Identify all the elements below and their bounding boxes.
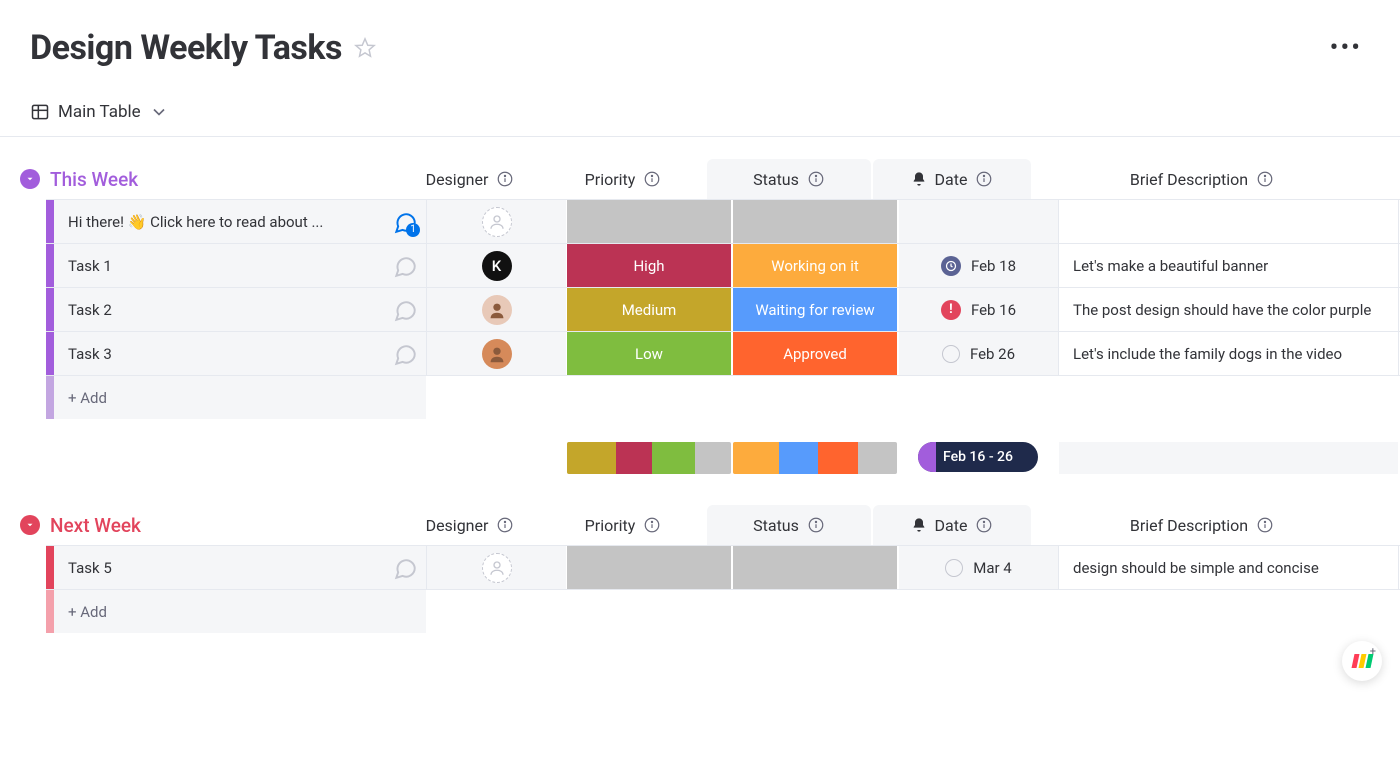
- date-status-empty-icon: [945, 559, 963, 577]
- view-main-table[interactable]: Main Table: [30, 102, 169, 122]
- bell-icon: [911, 517, 927, 533]
- info-icon[interactable]: [807, 516, 825, 534]
- description-cell[interactable]: [1058, 200, 1398, 243]
- column-header-designer[interactable]: Designer: [400, 505, 540, 545]
- chat-bubble-icon[interactable]: [392, 341, 418, 367]
- column-header-date[interactable]: Date: [873, 505, 1031, 545]
- favorite-star-icon[interactable]: [354, 37, 376, 59]
- assignee-avatar[interactable]: K: [482, 251, 512, 281]
- status-summary[interactable]: [733, 442, 897, 474]
- date-cell[interactable]: [898, 200, 1058, 243]
- date-status-empty-icon: [942, 345, 960, 363]
- views-bar: Main Table: [0, 80, 1400, 137]
- column-header-priority[interactable]: Priority: [540, 159, 706, 199]
- view-label: Main Table: [58, 102, 141, 122]
- info-icon[interactable]: [496, 170, 514, 188]
- priority-cell[interactable]: Medium: [567, 288, 731, 331]
- task-name-cell[interactable]: Task 3: [46, 332, 426, 375]
- assign-person-icon[interactable]: [482, 207, 512, 237]
- chat-bubble-icon[interactable]: [392, 555, 418, 581]
- status-cell[interactable]: [733, 546, 897, 589]
- group-summary: Feb 16 - 26: [0, 433, 1400, 483]
- chat-bubble-icon[interactable]: [392, 253, 418, 279]
- status-cell[interactable]: Waiting for review: [733, 288, 897, 331]
- date-cell[interactable]: Feb 26: [898, 332, 1058, 375]
- info-icon[interactable]: [1256, 170, 1274, 188]
- column-header-description[interactable]: Brief Description: [1032, 505, 1372, 545]
- chevron-down-icon: [149, 102, 169, 122]
- priority-cell[interactable]: High: [567, 244, 731, 287]
- description-summary: [1059, 442, 1398, 474]
- chat-bubble-icon[interactable]: [392, 297, 418, 323]
- clock-icon: [941, 256, 961, 276]
- chat-bubble-icon[interactable]: 1: [392, 209, 418, 235]
- info-icon[interactable]: [975, 170, 993, 188]
- board-header: Design Weekly Tasks •••: [0, 28, 1400, 80]
- designer-cell[interactable]: K: [426, 244, 566, 287]
- task-name-cell[interactable]: Task 2: [46, 288, 426, 331]
- column-header-designer[interactable]: Designer: [400, 159, 540, 199]
- column-header-priority[interactable]: Priority: [540, 505, 706, 545]
- task-name-cell[interactable]: Task 5: [46, 546, 426, 589]
- info-icon[interactable]: [496, 516, 514, 534]
- group-collapse-toggle[interactable]: [20, 169, 40, 189]
- board-options-menu-icon[interactable]: •••: [1322, 29, 1370, 67]
- column-header-status[interactable]: Status: [707, 505, 871, 545]
- table-row[interactable]: Task 5 Mar 4design should be simple and c…: [46, 545, 1400, 589]
- info-icon[interactable]: [643, 170, 661, 188]
- bell-icon: [911, 171, 927, 187]
- group-next-week: Next Week DesignerPriorityStatusDateBrief…: [0, 505, 1400, 633]
- designer-cell[interactable]: [426, 288, 566, 331]
- priority-cell[interactable]: [567, 546, 731, 589]
- group-title[interactable]: Next Week: [50, 514, 141, 537]
- monday-assistant-button[interactable]: +: [1342, 641, 1382, 681]
- priority-cell[interactable]: [567, 200, 731, 243]
- info-icon[interactable]: [975, 516, 993, 534]
- date-range-summary[interactable]: Feb 16 - 26: [918, 442, 1038, 472]
- assignee-avatar[interactable]: [482, 295, 512, 325]
- table-row[interactable]: Task 3 LowApprovedFeb 26Let's include the…: [46, 331, 1400, 375]
- table-row[interactable]: Task 2 MediumWaiting for review!Feb 16The…: [46, 287, 1400, 331]
- board-title[interactable]: Design Weekly Tasks: [30, 28, 342, 68]
- info-icon[interactable]: [807, 170, 825, 188]
- designer-cell[interactable]: [426, 332, 566, 375]
- group-this-week: This Week DesignerPriorityStatusDateBrief…: [0, 159, 1400, 483]
- table-row[interactable]: Hi there! 👋 Click here to read about ...…: [46, 199, 1400, 243]
- designer-cell[interactable]: [426, 200, 566, 243]
- description-cell[interactable]: Let's make a beautiful banner: [1058, 244, 1398, 287]
- table-row[interactable]: Task 1 K HighWorking on itFeb 18Let's make…: [46, 243, 1400, 287]
- table-icon: [30, 102, 50, 122]
- date-cell[interactable]: Mar 4: [898, 546, 1058, 589]
- description-cell[interactable]: The post design should have the color pu…: [1058, 288, 1398, 331]
- column-header-date[interactable]: Date: [873, 159, 1031, 199]
- assignee-avatar[interactable]: [482, 339, 512, 369]
- info-icon[interactable]: [643, 516, 661, 534]
- column-header-description[interactable]: Brief Description: [1032, 159, 1372, 199]
- designer-cell[interactable]: [426, 546, 566, 589]
- date-cell[interactable]: !Feb 16: [898, 288, 1058, 331]
- task-name-cell[interactable]: Hi there! 👋 Click here to read about ...…: [46, 200, 426, 243]
- group-collapse-toggle[interactable]: [20, 515, 40, 535]
- info-icon[interactable]: [1256, 516, 1274, 534]
- priority-summary[interactable]: [567, 442, 731, 474]
- group-title[interactable]: This Week: [50, 168, 138, 191]
- status-cell[interactable]: [733, 200, 897, 243]
- status-cell[interactable]: Working on it: [733, 244, 897, 287]
- add-item-row[interactable]: + Add: [46, 589, 1400, 633]
- priority-cell[interactable]: Low: [567, 332, 731, 375]
- description-cell[interactable]: design should be simple and concise: [1058, 546, 1398, 589]
- description-cell[interactable]: Let's include the family dogs in the vid…: [1058, 332, 1398, 375]
- task-name-cell[interactable]: Task 1: [46, 244, 426, 287]
- date-cell[interactable]: Feb 18: [898, 244, 1058, 287]
- alert-icon: !: [941, 300, 961, 320]
- status-cell[interactable]: Approved: [733, 332, 897, 375]
- add-item-row[interactable]: + Add: [46, 375, 1400, 419]
- assign-person-icon[interactable]: [482, 553, 512, 583]
- column-header-status[interactable]: Status: [707, 159, 871, 199]
